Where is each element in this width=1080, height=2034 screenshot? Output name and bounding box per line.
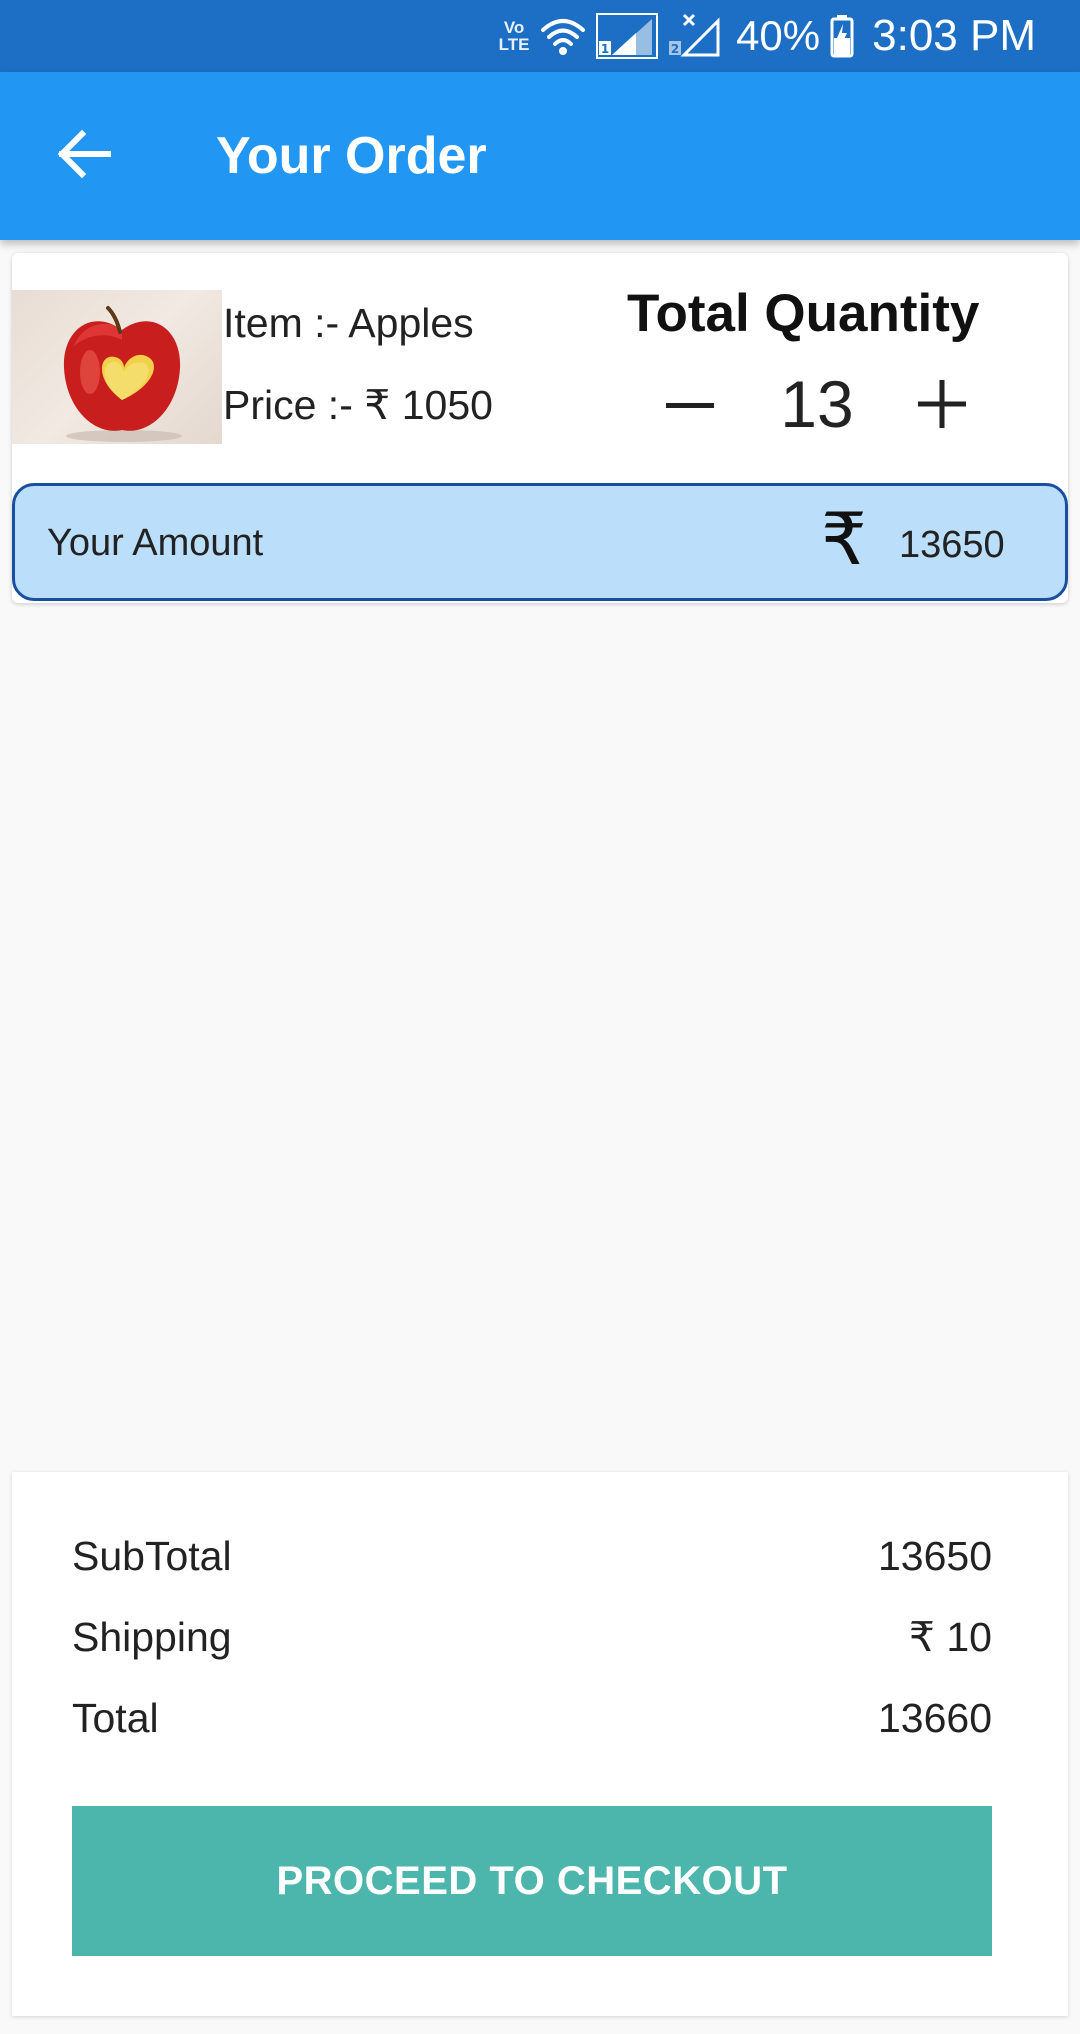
product-image — [12, 290, 222, 444]
wifi-icon — [540, 16, 586, 56]
total-row: Total 13660 — [72, 1698, 992, 1739]
volte-line1: Vo — [503, 18, 525, 37]
total-label: Total — [72, 1695, 159, 1741]
signal-sim1-icon: 1 — [596, 13, 659, 59]
status-icons: Vo LTE 1 2 40% 3:03 PM — [498, 0, 1036, 72]
volte-line2: LTE — [498, 35, 530, 54]
shipping-label: Shipping — [72, 1614, 232, 1660]
page-title: Your Order — [216, 127, 487, 185]
item-name: Item :- Apples — [223, 300, 474, 346]
signal-sim2-icon: 2 — [668, 13, 722, 59]
battery-charging-icon — [830, 14, 854, 58]
increase-quantity-button[interactable] — [904, 368, 980, 444]
minus-icon — [666, 397, 714, 415]
item-price: Price :- ₹ 1050 — [223, 382, 493, 428]
app-bar: Your Order — [0, 72, 1080, 240]
shipping-row: Shipping ₹ 10 — [72, 1617, 992, 1658]
proceed-to-checkout-button[interactable]: PROCEED TO CHECKOUT — [72, 1806, 992, 1956]
clock: 3:03 PM — [872, 11, 1036, 60]
decrease-quantity-button[interactable] — [652, 368, 728, 444]
quantity-title: Total Quantity — [627, 284, 980, 343]
total-value: 13660 — [877, 1695, 992, 1741]
amount-value: 13650 — [899, 524, 1005, 566]
order-summary-card: SubTotal 13650 Shipping ₹ 10 Total 13660… — [12, 1472, 1068, 2016]
subtotal-row: SubTotal 13650 — [72, 1536, 992, 1577]
subtotal-value: 13650 — [877, 1533, 992, 1579]
sim1-label: 1 — [601, 42, 609, 56]
quantity-value: 13 — [780, 367, 854, 441]
status-bar: Vo LTE 1 2 40% 3:03 PM — [0, 0, 1080, 72]
subtotal-label: SubTotal — [72, 1533, 232, 1579]
amount-label: Your Amount — [47, 522, 264, 564]
rupee-icon: ₹ — [821, 500, 867, 580]
shipping-value: ₹ 10 — [908, 1614, 992, 1660]
amount-bar: Your Amount ₹ 13650 — [12, 483, 1068, 601]
battery-percent: 40% — [736, 12, 821, 59]
plus-icon — [918, 379, 966, 433]
volte-indicator: Vo LTE — [498, 19, 530, 53]
arrow-back-icon — [56, 129, 112, 184]
back-button[interactable] — [48, 120, 120, 192]
order-item-card: Item :- Apples Price :- ₹ 1050 Total Qua… — [12, 253, 1068, 603]
sim2-label: 2 — [671, 42, 679, 56]
